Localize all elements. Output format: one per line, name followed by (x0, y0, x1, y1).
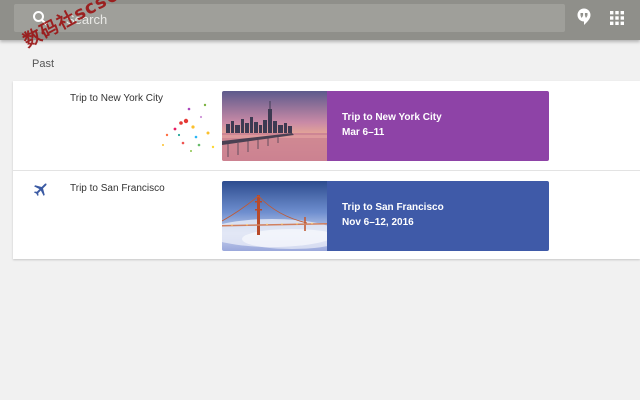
section-heading-past: Past (32, 58, 55, 70)
trip-name[interactable]: Trip to San Francisco (70, 183, 165, 194)
trip-tile-dates: Mar 6–11 (342, 127, 385, 138)
new-york-skyline-photo (222, 91, 327, 161)
trip-tile-dates: Nov 6–12, 2016 (342, 217, 414, 228)
trip-tile-info: Trip to San Francisco Nov 6–12, 2016 (327, 181, 549, 251)
trip-tile-info: Trip to New York City Mar 6–11 (327, 91, 549, 161)
confetti-decoration (162, 103, 215, 152)
trip-row[interactable]: Trip to New York City Trip to New York C… (13, 81, 640, 170)
trip-tile-new-york[interactable]: Trip to New York City Mar 6–11 (222, 91, 549, 161)
trip-tile-san-francisco[interactable]: Trip to San Francisco Nov 6–12, 2016 (222, 181, 549, 251)
trip-row[interactable]: Trip to San Francisco Trip to San Franci… (13, 171, 640, 260)
trip-tile-title: Trip to New York City (342, 112, 442, 123)
apps-grid-icon[interactable] (610, 11, 624, 25)
trip-name[interactable]: Trip to New York City (70, 93, 163, 104)
search-input[interactable] (64, 8, 548, 30)
hangouts-icon[interactable] (577, 8, 591, 26)
trips-card: Trip to New York City Trip to New York C… (13, 81, 640, 259)
golden-gate-bridge-photo (222, 181, 327, 251)
trip-tile-title: Trip to San Francisco (342, 202, 444, 213)
airplane-icon (33, 183, 47, 197)
